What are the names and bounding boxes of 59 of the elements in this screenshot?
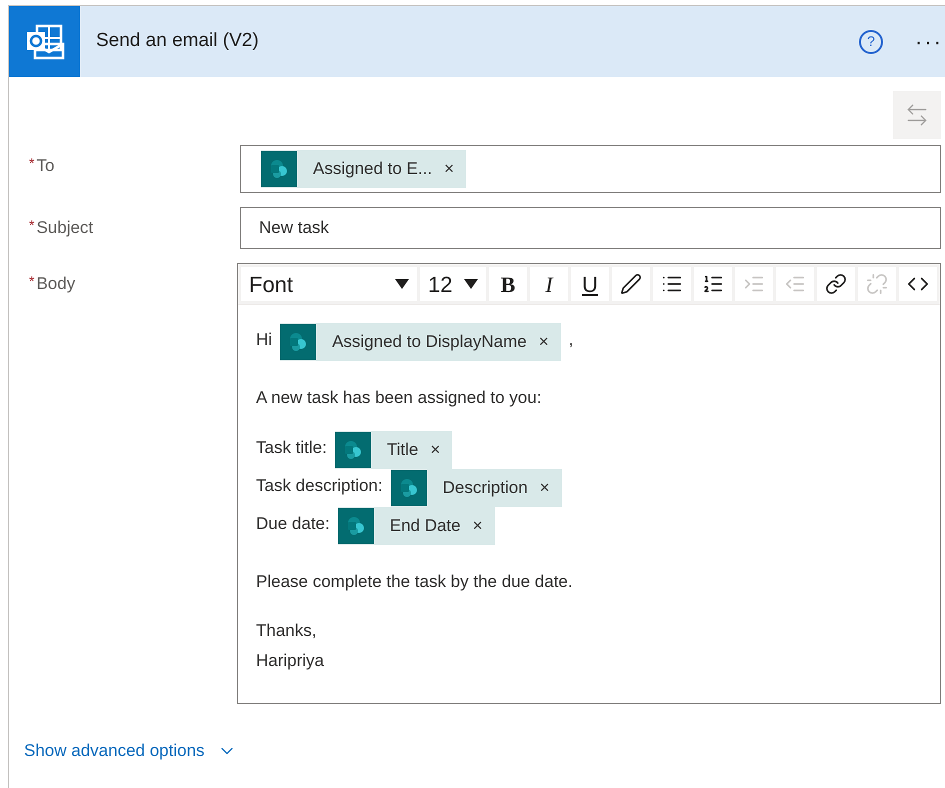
body-text: Thanks, <box>256 620 316 642</box>
sharepoint-icon <box>338 508 374 544</box>
sharepoint-icon <box>280 324 316 360</box>
body-text: Due date: <box>256 512 330 534</box>
help-button[interactable]: ? <box>859 30 884 54</box>
field-label: Subject <box>36 217 94 239</box>
token-chip[interactable]: Description × <box>390 468 562 506</box>
caret-icon <box>395 279 409 289</box>
sharepoint-icon <box>334 432 371 468</box>
pen-icon <box>620 273 642 295</box>
remove-button[interactable]: × <box>430 436 440 462</box>
body-text: Please complete the task by the due date. <box>256 570 573 592</box>
field-label: To <box>36 155 54 177</box>
body-text: Haripriya <box>256 650 324 672</box>
pen-button[interactable] <box>612 267 650 301</box>
token-chip[interactable]: Assigned to DisplayName × <box>280 323 561 361</box>
remove-button[interactable]: × <box>538 329 549 355</box>
token-label: End Date <box>390 514 461 537</box>
field-label: Body <box>36 273 76 295</box>
show-advanced-link[interactable]: Show advanced options <box>24 738 237 764</box>
body-text: Task title: <box>256 436 327 458</box>
token-label: Title <box>386 438 418 461</box>
token-label: Assigned to DisplayName <box>332 331 527 354</box>
size-dropdown[interactable]: 12 <box>420 267 486 301</box>
bold-button[interactable]: B <box>489 267 527 301</box>
sharepoint-icon <box>390 470 427 506</box>
body-text: A new task has been assigned to you: <box>256 387 542 409</box>
body-text: Hi <box>256 329 272 351</box>
token-chip[interactable]: Title × <box>334 430 452 468</box>
sharepoint-icon <box>261 151 297 187</box>
underline-button[interactable]: U <box>571 267 609 301</box>
caret-icon <box>464 279 478 289</box>
required-mark: * <box>29 272 34 291</box>
remove-button[interactable]: × <box>444 156 454 182</box>
more-button[interactable]: ··· <box>915 25 943 58</box>
font-dropdown[interactable]: Font <box>241 267 417 301</box>
token-chip[interactable]: End Date × <box>338 506 495 544</box>
italic-button[interactable]: I <box>530 267 568 301</box>
to-field[interactable]: Assigned to E... × <box>240 145 941 193</box>
numbers-button[interactable] <box>694 267 732 301</box>
card-title: Send an email (V2) <box>96 29 260 54</box>
unlink-icon <box>866 273 888 295</box>
token-chip[interactable]: Assigned to E... × <box>261 150 466 188</box>
token-label: Assigned to E... <box>313 158 432 180</box>
body-text: Task description: <box>256 474 383 496</box>
link-icon <box>825 273 847 295</box>
remove-button[interactable]: × <box>472 512 483 538</box>
link-button[interactable] <box>817 267 855 301</box>
bullets-button[interactable] <box>653 267 691 301</box>
token-label: Description <box>442 476 528 499</box>
numbered-list-icon <box>702 273 724 295</box>
body-text: , <box>568 329 574 351</box>
code-button[interactable] <box>899 267 937 301</box>
body-editor[interactable] <box>237 263 941 704</box>
subject-field[interactable]: New task <box>240 207 941 249</box>
remove-button[interactable]: × <box>540 474 550 500</box>
outlook-icon <box>9 6 80 77</box>
required-mark: * <box>29 154 34 173</box>
required-mark: * <box>29 216 34 235</box>
